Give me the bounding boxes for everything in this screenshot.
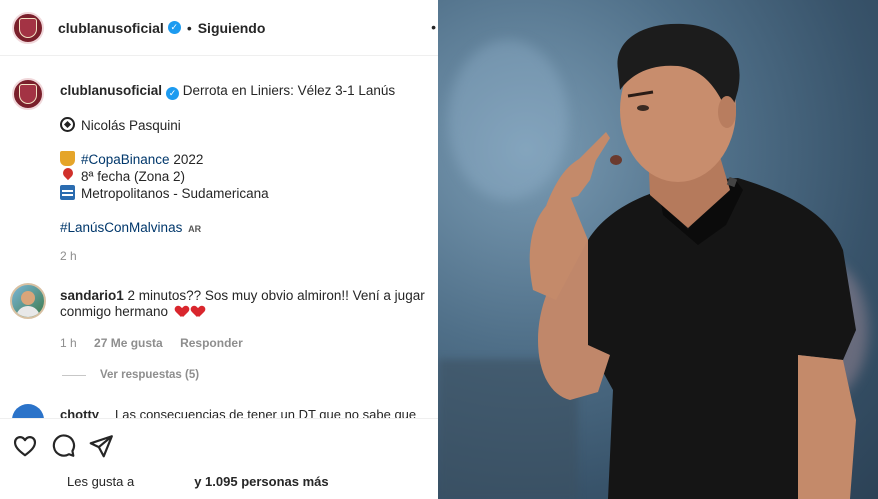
- next-commenter-avatar[interactable]: [12, 404, 44, 418]
- trophy-icon: [60, 151, 75, 166]
- comment-meta: 1 h 27 Me gusta Responder: [60, 336, 257, 350]
- comment-likes[interactable]: 27 Me gusta: [94, 336, 163, 350]
- caption-venue-line: Metropolitanos - Sudamericana: [60, 185, 432, 202]
- coach-figure-image: [529, 23, 856, 499]
- heart-icon[interactable]: [12, 433, 38, 459]
- likes-count: y 1.095 personas más: [194, 474, 329, 489]
- coach-photo: [438, 0, 878, 499]
- following-button[interactable]: Siguiendo: [198, 20, 266, 36]
- caption-title-line: clublanusoficial ✓ Derrota en Liniers: Vé…: [60, 82, 432, 100]
- comment-text: sandario1 2 minutos?? Sos muy obvio almi…: [60, 288, 432, 320]
- caption-title: Derrota en Liniers: Vélez 3-1 Lanús: [182, 83, 396, 98]
- comment-time: 1 h: [60, 336, 77, 350]
- caption-hashtag[interactable]: #LanúsConMalvinas: [60, 220, 182, 235]
- red-heart-emoji-icon: [176, 306, 188, 317]
- red-heart-emoji-icon: [192, 306, 204, 317]
- replies-divider: [62, 374, 86, 376]
- soccer-ball-icon: [60, 117, 75, 132]
- caption-scorer-line: Nicolás Pasquini: [60, 117, 432, 134]
- likes-prefix: Les gusta a: [67, 474, 135, 489]
- share-icon[interactable]: [88, 433, 114, 459]
- comment-icon[interactable]: [50, 433, 76, 459]
- club-avatar[interactable]: [12, 11, 44, 44]
- caption-scorer: Nicolás Pasquini: [81, 118, 181, 133]
- stadium-icon: [60, 185, 75, 200]
- club-crest-icon: [19, 17, 37, 38]
- next-comment-body: Las consecuencias de tener un DT que no …: [115, 407, 417, 418]
- next-comment-text: chotty Las consecuencias de tener un DT q…: [60, 407, 416, 418]
- caption-text: clublanusoficial ✓ Derrota en Liniers: Vé…: [60, 82, 432, 238]
- caption-hashtag-line: #LanúsConMalvinas AR: [60, 219, 432, 238]
- competition-year: 2022: [169, 152, 204, 167]
- caption-round: 8ª fecha (Zona 2): [81, 169, 186, 184]
- next-comment-username[interactable]: chotty: [60, 407, 99, 418]
- instagram-post-panel: clublanusoficial ✓ • Siguiendo • clublan…: [0, 0, 438, 499]
- comment-username[interactable]: sandario1: [60, 288, 124, 303]
- flag-ar: AR: [188, 224, 202, 234]
- view-replies-button[interactable]: Ver respuestas (5): [62, 369, 199, 381]
- view-replies-label: Ver respuestas (5): [100, 369, 200, 381]
- club-crest-icon: [19, 84, 37, 104]
- pushpin-icon: [60, 168, 75, 183]
- caption-username[interactable]: clublanusoficial: [60, 83, 162, 98]
- likes-summary[interactable]: Les gusta a y 1.095 personas más: [67, 474, 329, 489]
- verified-icon: ✓: [166, 87, 180, 100]
- competition-hashtag[interactable]: #CopaBinance: [81, 152, 170, 167]
- reply-button[interactable]: Responder: [180, 336, 243, 350]
- caption-venue: Metropolitanos - Sudamericana: [81, 186, 269, 201]
- header-username[interactable]: clublanusoficial: [58, 20, 164, 36]
- next-comment-item: chotty Las consecuencias de tener un DT q…: [10, 404, 434, 418]
- caption-avatar[interactable]: [12, 78, 44, 110]
- post-timestamp: 2 h: [60, 249, 77, 263]
- verified-icon: ✓: [167, 21, 181, 34]
- caption-round-line: 8ª fecha (Zona 2): [60, 168, 432, 185]
- header-separator: •: [186, 19, 192, 36]
- commenter-avatar[interactable]: [10, 283, 46, 319]
- more-icon[interactable]: •: [431, 19, 436, 35]
- caption-competition-line: #CopaBinance 2022: [60, 151, 432, 168]
- post-header: clublanusoficial ✓ • Siguiendo •: [0, 0, 438, 56]
- post-actions-bar: Les gusta a y 1.095 personas más: [0, 418, 438, 499]
